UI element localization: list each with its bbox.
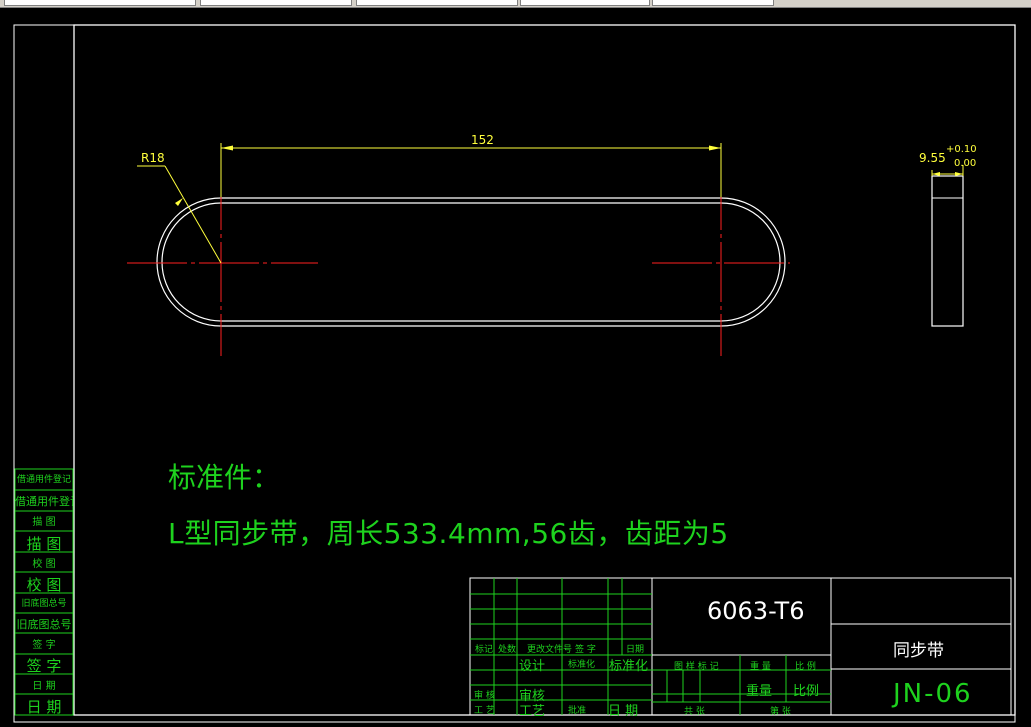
dimension-length-label: 152 — [471, 133, 494, 147]
cad-drawing-canvas[interactable] — [0, 0, 1031, 727]
side-panel-item: 日 期 — [32, 681, 56, 692]
outer-frame — [13, 24, 1016, 723]
side-panel-item: 旧底图总号 — [21, 599, 67, 609]
tb-craft-small: 工 艺 — [474, 706, 495, 716]
side-panel-item: 校 图 — [26, 576, 62, 594]
tb-label-count: 处数 — [498, 645, 517, 655]
tb-process: 工艺 — [519, 704, 546, 719]
belt-inner-outline — [161, 202, 781, 322]
side-panel-item: 日 期 — [26, 698, 62, 716]
dimension-width-label: 9.55 — [919, 151, 946, 165]
tb-standardize-small: 标准化 — [568, 660, 596, 670]
notes-body: L型同步带，周长533.4mm,56齿，齿距为5 — [168, 517, 729, 550]
tb-ratio-small: 比 例 — [795, 662, 816, 672]
tb-label-mark: 标记 — [475, 645, 494, 655]
tb-stage-mark: 图 样 标 记 — [674, 662, 719, 672]
radius-leader — [164, 165, 222, 264]
side-panel-item: 借通用件登记 — [16, 475, 71, 485]
tb-sheet-no: 第 张 — [770, 707, 791, 717]
tb-sheets-total: 共 张 — [684, 707, 705, 717]
part-name-label: 同步带 — [893, 641, 944, 661]
side-panel-item: 签 字 — [26, 657, 62, 675]
tb-approve-small: 批准 — [568, 706, 587, 716]
material-label: 6063-T6 — [707, 597, 805, 625]
inner-frame — [73, 24, 1016, 716]
tb-date: 日 期 — [608, 704, 639, 719]
dim-arrow-left — [221, 145, 233, 151]
notes-title: 标准件： — [168, 461, 281, 494]
side-panel-item: 描 图 — [32, 517, 56, 528]
side-panel-item: 校 图 — [32, 559, 56, 570]
tb-label-date: 日期 — [626, 645, 645, 655]
tb-weight: 重量 — [746, 684, 773, 699]
tolerance-lower-label: 0.00 — [954, 158, 977, 169]
side-panel-item: 描 图 — [26, 535, 62, 553]
side-panel-item: 借通用件登记 — [15, 495, 73, 508]
tb-audit-small: 审 核 — [474, 691, 495, 701]
side-dim-arrow-left — [932, 172, 940, 176]
tb-label-sign: 签 字 — [575, 645, 596, 655]
tb-label-change-doc: 更改文件号 — [527, 645, 573, 655]
tb-design: 设计 — [519, 659, 546, 674]
belt-outer-outline — [156, 197, 786, 327]
tb-ratio: 比例 — [793, 684, 820, 699]
side-panel-item: 旧底图总号 — [16, 618, 72, 631]
drawing-number-label: JN-06 — [893, 679, 973, 709]
tolerance-upper-label: +0.10 — [946, 144, 977, 155]
tb-standardize: 标准化 — [609, 659, 649, 674]
dim-arrow-right — [709, 145, 721, 151]
dimension-radius-label: R18 — [141, 151, 165, 165]
tb-weight-small: 重 量 — [750, 662, 771, 672]
side-dim-arrow-right — [955, 172, 963, 176]
radius-arrow — [175, 198, 183, 206]
side-panel-item: 签 字 — [32, 640, 56, 651]
